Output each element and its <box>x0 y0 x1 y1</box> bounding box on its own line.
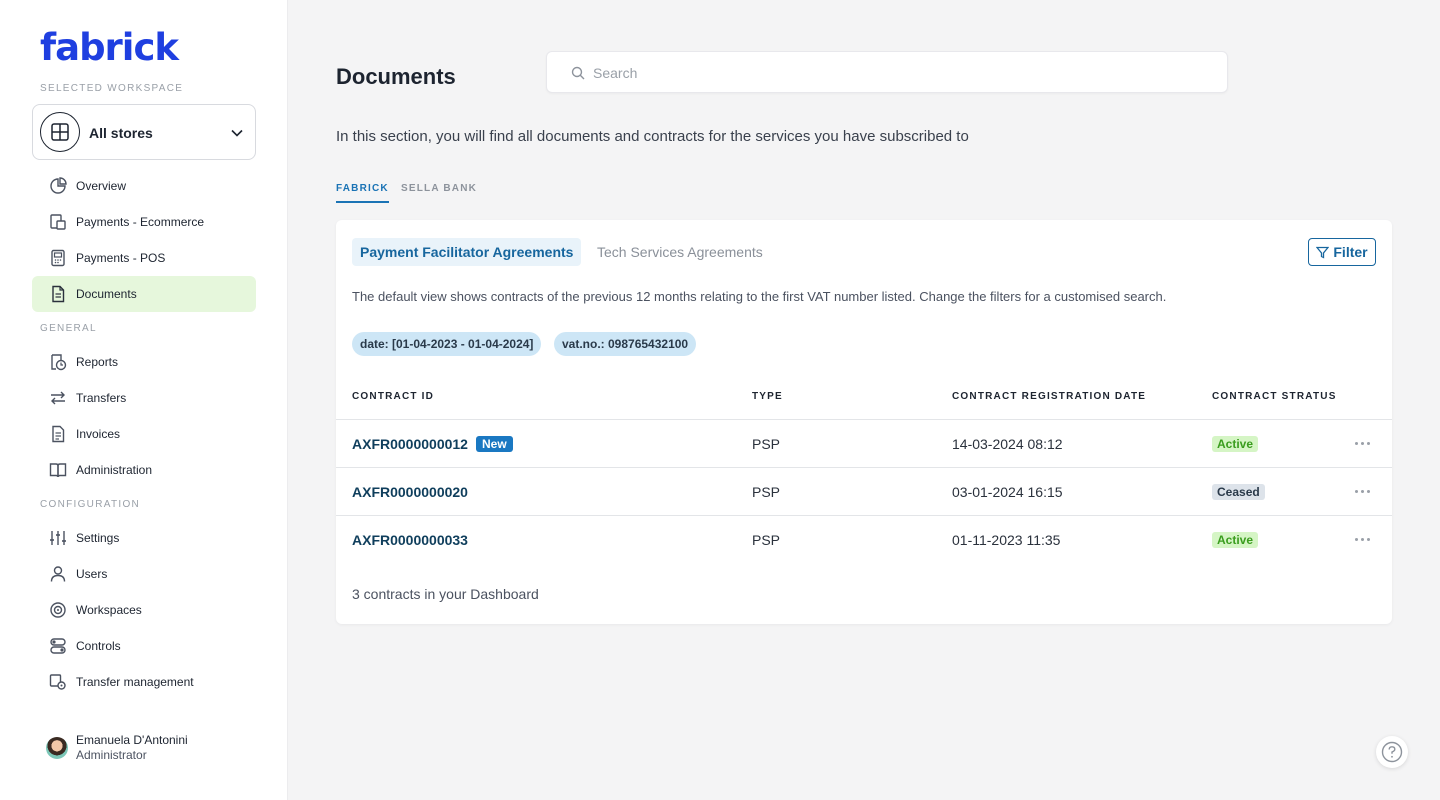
table-row[interactable]: AXFR0000000033 PSP 01-11-2023 11:35 Acti… <box>336 515 1392 563</box>
document-icon <box>48 284 68 304</box>
help-button[interactable] <box>1376 736 1408 768</box>
more-options-icon[interactable] <box>1355 490 1370 493</box>
user-icon <box>48 564 68 584</box>
pos-terminal-icon <box>48 248 68 268</box>
tab-sella-bank[interactable]: SELLA BANK <box>401 183 477 201</box>
contract-date: 03-01-2024 16:15 <box>952 484 1063 500</box>
column-header-registration-date[interactable]: CONTRACT REGISTRATION DATE <box>952 391 1146 402</box>
contract-id-link[interactable]: AXFR0000000020 <box>352 484 468 500</box>
column-header-contract-id[interactable]: CONTRACT ID <box>352 391 434 402</box>
tab-payment-facilitator-agreements[interactable]: Payment Facilitator Agreements <box>352 238 582 266</box>
contract-id-cell[interactable]: AXFR0000000020 <box>352 484 468 500</box>
table-row[interactable]: AXFR0000000012 New PSP 14-03-2024 08:12 A… <box>336 419 1392 467</box>
workspaces-icon <box>48 600 68 620</box>
search-input[interactable] <box>593 63 1193 83</box>
sliders-icon <box>48 528 68 548</box>
sidebar-item-label: Settings <box>76 531 120 545</box>
search-icon <box>571 66 585 85</box>
sidebar-item-transfers[interactable]: Transfers <box>32 380 256 416</box>
more-options-icon[interactable] <box>1355 538 1370 541</box>
search-bar[interactable] <box>546 51 1228 93</box>
status-badge: Ceased <box>1212 484 1265 500</box>
status-badge: Active <box>1212 532 1259 548</box>
sidebar-item-label: Payments - POS <box>76 251 166 265</box>
configuration-section-label: CONFIGURATION <box>40 499 141 510</box>
sidebar-item-reports[interactable]: Reports <box>32 344 256 380</box>
sidebar-item-label: Transfer management <box>76 675 194 689</box>
sidebar-item-users[interactable]: Users <box>32 556 256 592</box>
toggles-icon <box>48 636 68 656</box>
filter-chip-date[interactable]: date: [01-04-2023 - 01-04-2024] <box>352 332 542 356</box>
workspace-selector[interactable]: All stores <box>32 104 256 160</box>
filter-button[interactable]: Filter <box>1308 238 1376 266</box>
contracts-count: 3 contracts in your Dashboard <box>352 586 539 602</box>
filter-chip-vat[interactable]: vat.no.: 098765432100 <box>554 332 697 356</box>
sidebar-item-label: Invoices <box>76 427 121 441</box>
workspace-name: All stores <box>89 125 153 141</box>
sidebar-item-workspaces[interactable]: Workspaces <box>32 592 256 628</box>
sidebar-item-label: Transfers <box>76 391 127 405</box>
avatar <box>46 737 68 759</box>
table-row[interactable]: AXFR0000000020 PSP 03-01-2024 16:15 Ceas… <box>336 467 1392 515</box>
workspace-section-label: SELECTED WORKSPACE <box>40 83 184 94</box>
sidebar-item-label: Controls <box>76 639 121 653</box>
sidebar-item-label: Documents <box>76 287 137 301</box>
invoice-icon <box>48 424 68 444</box>
section-intro: In this section, you will find all docum… <box>336 128 969 145</box>
transfer-arrows-icon <box>48 388 68 408</box>
tab-fabrick[interactable]: FABRICK <box>336 183 389 203</box>
user-name: Emanuela D'Antonini <box>76 733 188 747</box>
contract-id-cell[interactable]: AXFR0000000012 New <box>352 436 513 452</box>
contract-id-cell[interactable]: AXFR0000000033 <box>352 532 468 548</box>
contracts-card: Payment Facilitator Agreements Tech Serv… <box>336 220 1392 624</box>
contract-type: PSP <box>752 436 781 452</box>
contract-type: PSP <box>752 532 781 548</box>
book-icon <box>48 460 68 480</box>
grid-store-icon <box>40 112 80 152</box>
sidebar-item-controls[interactable]: Controls <box>32 628 256 664</box>
contract-type: PSP <box>752 484 781 500</box>
user-profile[interactable]: Emanuela D'Antonini Administrator <box>46 733 188 763</box>
contract-date: 01-11-2023 11:35 <box>952 532 1061 548</box>
sidebar-item-label: Administration <box>76 463 153 477</box>
page-title: Documents <box>336 64 456 89</box>
sidebar: fabrick SELECTED WORKSPACE All stores Ov… <box>0 0 288 800</box>
filter-icon <box>1316 246 1330 259</box>
sidebar-item-label: Payments - Ecommerce <box>76 215 205 229</box>
status-badge: Active <box>1212 436 1259 452</box>
pie-chart-icon <box>48 176 68 196</box>
fabrick-logo[interactable]: fabrick <box>40 26 179 69</box>
sidebar-item-label: Reports <box>76 355 119 369</box>
sidebar-item-overview[interactable]: Overview <box>32 168 256 204</box>
column-header-type[interactable]: TYPE <box>752 391 783 402</box>
sidebar-item-label: Overview <box>76 179 127 193</box>
contract-id-link[interactable]: AXFR0000000033 <box>352 532 468 548</box>
column-header-contract-status[interactable]: CONTRACT STRATUS <box>1212 391 1337 402</box>
transfer-settings-icon <box>48 672 68 692</box>
sidebar-item-label: Users <box>76 567 108 581</box>
card-description: The default view shows contracts of the … <box>352 289 1167 304</box>
more-options-icon[interactable] <box>1355 442 1370 445</box>
question-mark-icon <box>1381 741 1403 763</box>
tab-tech-services-agreements[interactable]: Tech Services Agreements <box>589 238 771 266</box>
user-role: Administrator <box>76 748 147 762</box>
sidebar-item-documents[interactable]: Documents <box>32 276 256 312</box>
filter-button-label: Filter <box>1333 244 1368 260</box>
sidebar-item-invoices[interactable]: Invoices <box>32 416 256 452</box>
contract-id-link[interactable]: AXFR0000000012 <box>352 436 468 452</box>
new-badge: New <box>475 436 513 452</box>
sidebar-item-settings[interactable]: Settings <box>32 520 256 556</box>
sidebar-item-transfer-management[interactable]: Transfer management <box>32 664 256 700</box>
ecommerce-payments-icon <box>48 212 68 232</box>
general-section-label: GENERAL <box>40 323 97 334</box>
sidebar-item-payments-ecommerce[interactable]: Payments - Ecommerce <box>32 204 256 240</box>
sidebar-item-payments-pos[interactable]: Payments - POS <box>32 240 256 276</box>
chevron-down-icon <box>231 126 243 144</box>
contract-date: 14-03-2024 08:12 <box>952 436 1063 452</box>
reports-icon <box>48 352 68 372</box>
sidebar-item-administration[interactable]: Administration <box>32 452 256 488</box>
sidebar-item-label: Workspaces <box>76 603 142 617</box>
